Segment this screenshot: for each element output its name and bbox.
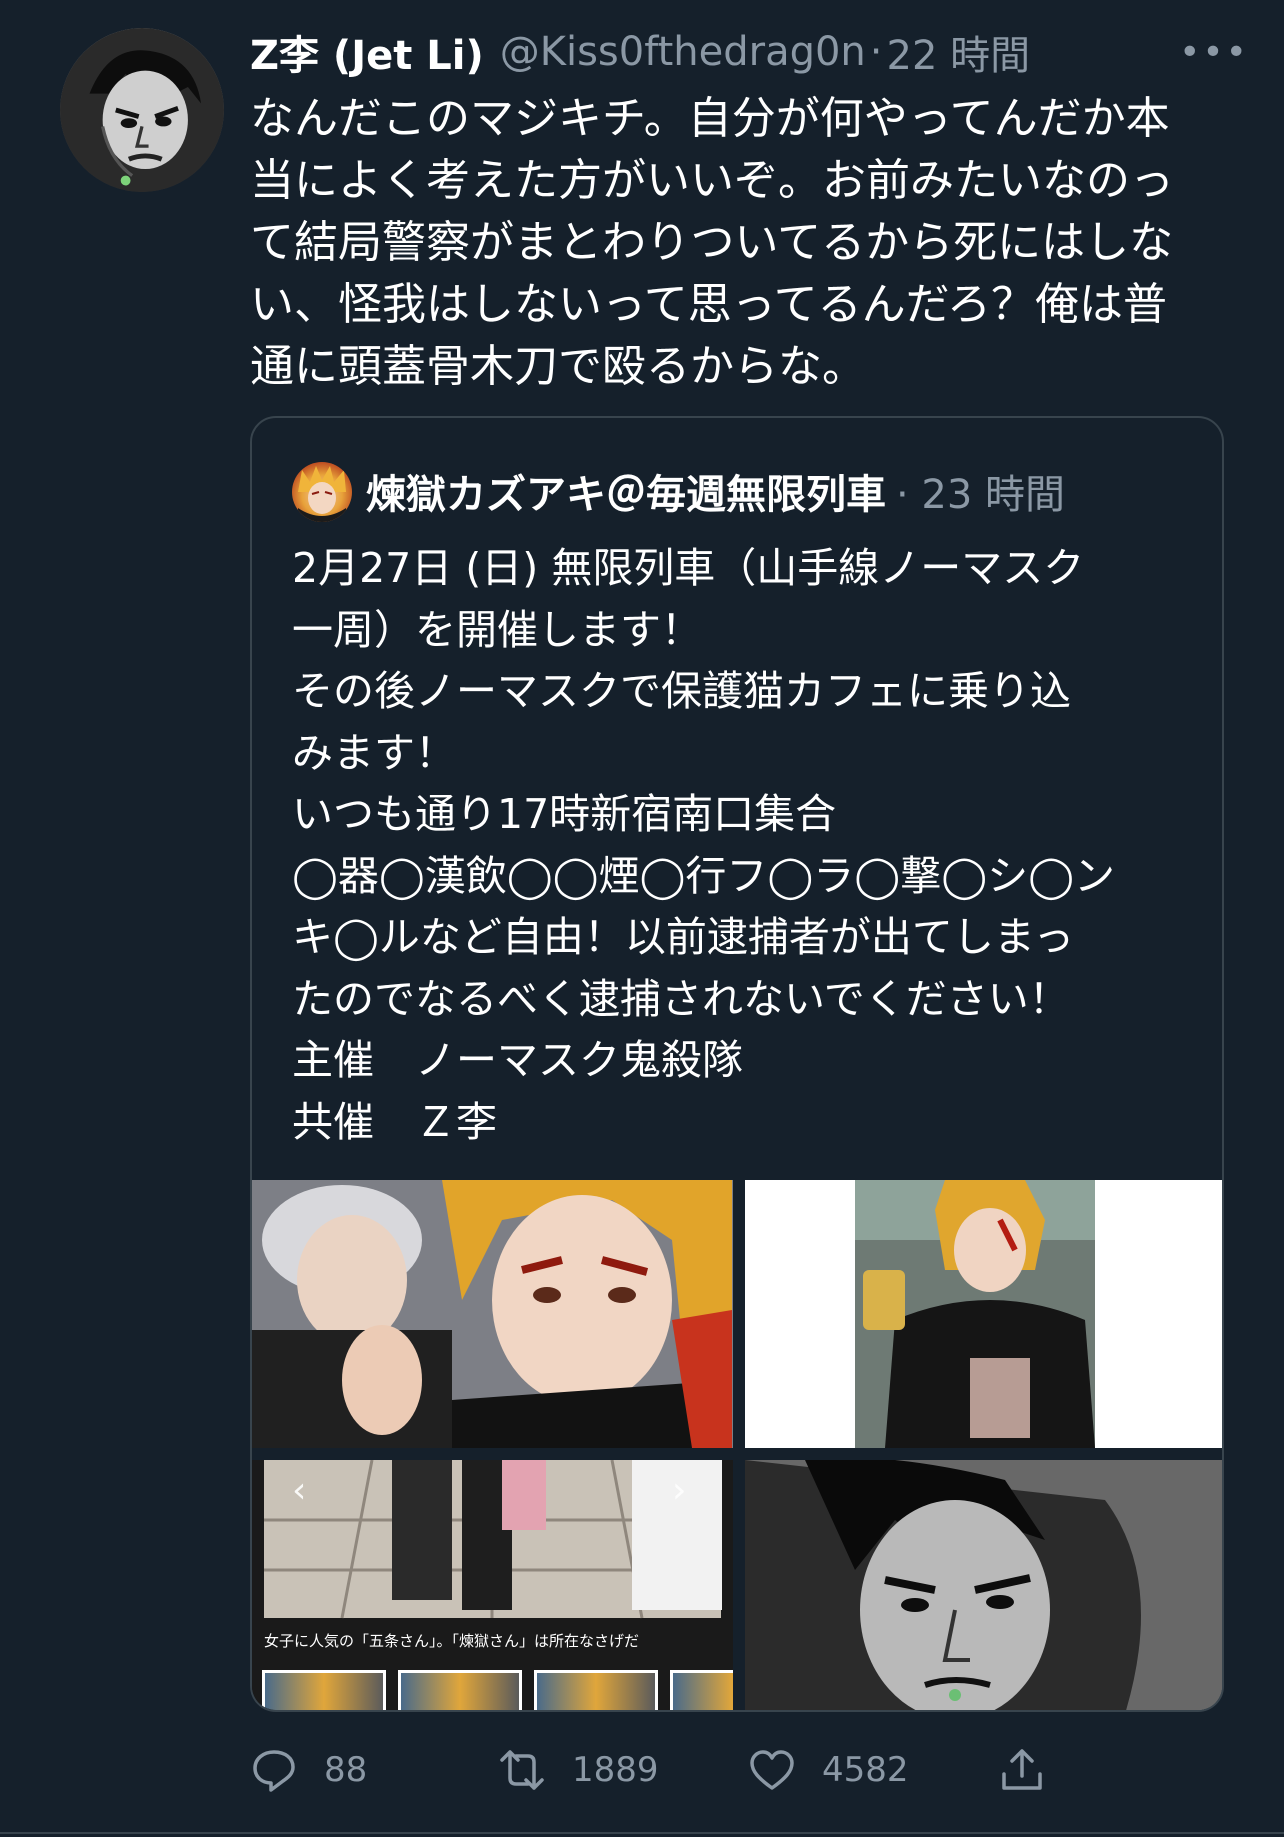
thumbnail bbox=[534, 1670, 658, 1710]
retweet-icon bbox=[500, 1750, 544, 1790]
author-name[interactable]: Z李 (Jet Li) bbox=[250, 23, 484, 81]
share-icon bbox=[1002, 1749, 1042, 1790]
heart-icon bbox=[750, 1750, 794, 1790]
tweet-text: なんだこのマジキチ。自分が何やってんだか本 当によく考えた方がいいぞ。お前みたい… bbox=[250, 93, 1174, 392]
media-photo-1[interactable] bbox=[252, 1180, 733, 1448]
like-count: 4582 bbox=[822, 1750, 909, 1790]
author-handle[interactable]: @Kiss0fthedrag0n bbox=[500, 29, 866, 75]
reply-count: 88 bbox=[324, 1750, 368, 1790]
action-bar: 88 1889 4582 bbox=[250, 1740, 1084, 1800]
media-photo-2[interactable] bbox=[745, 1180, 1222, 1448]
share-button[interactable] bbox=[998, 1740, 1046, 1800]
quoted-tweet-timestamp[interactable]: · 23 時間 bbox=[896, 462, 1065, 520]
retweet-button[interactable]: 1889 bbox=[498, 1740, 659, 1800]
thumbnail-strip bbox=[262, 1670, 733, 1710]
divider bbox=[0, 1832, 1284, 1834]
reply-icon bbox=[253, 1750, 295, 1792]
quoted-tweet[interactable]: 煉獄カズアキ＠毎週無限列車 · 23 時間 2月27日 (日) 無限列車（山手線… bbox=[250, 416, 1224, 1712]
tweet-header: Z李 (Jet Li) @Kiss0fthedrag0n · 22 時間 ••• bbox=[250, 22, 1247, 82]
prev-arrow-icon: ‹ bbox=[292, 1470, 307, 1511]
thumbnail bbox=[262, 1670, 386, 1710]
separator-dot: · bbox=[869, 29, 883, 75]
author-avatar[interactable] bbox=[60, 28, 224, 192]
like-button[interactable]: 4582 bbox=[748, 1740, 909, 1800]
thumbnail bbox=[398, 1670, 522, 1710]
thumbnail bbox=[670, 1670, 733, 1710]
media-photo-4[interactable] bbox=[745, 1460, 1222, 1710]
media-photo-3[interactable]: ‹ › 女子に人気の「五条さん」。「煉獄さん」は所在なさげだ bbox=[252, 1460, 733, 1710]
tweet-timestamp[interactable]: 22 時間 bbox=[887, 23, 1031, 81]
quoted-tweet-text: 2月27日 (日) 無限列車（山手線ノーマスク 一周）を開催します！ その後ノー… bbox=[292, 544, 1115, 1146]
quoted-tweet-header: 煉獄カズアキ＠毎週無限列車 · 23 時間 bbox=[366, 458, 1202, 524]
next-arrow-icon: › bbox=[672, 1470, 687, 1511]
tweet-detail: Z李 (Jet Li) @Kiss0fthedrag0n · 22 時間 •••… bbox=[0, 0, 1284, 1837]
quoted-author-avatar bbox=[292, 462, 352, 522]
media-grid: ‹ › 女子に人気の「五条さん」。「煉獄さん」は所在なさげだ bbox=[252, 1180, 1222, 1710]
more-options-icon[interactable]: ••• bbox=[1179, 30, 1247, 74]
reply-button[interactable]: 88 bbox=[250, 1740, 367, 1800]
retweet-count: 1889 bbox=[572, 1750, 659, 1790]
media-caption: 女子に人気の「五条さん」。「煉獄さん」は所在なさげだ bbox=[264, 1632, 640, 1650]
quoted-author-name[interactable]: 煉獄カズアキ＠毎週無限列車 bbox=[366, 462, 886, 520]
